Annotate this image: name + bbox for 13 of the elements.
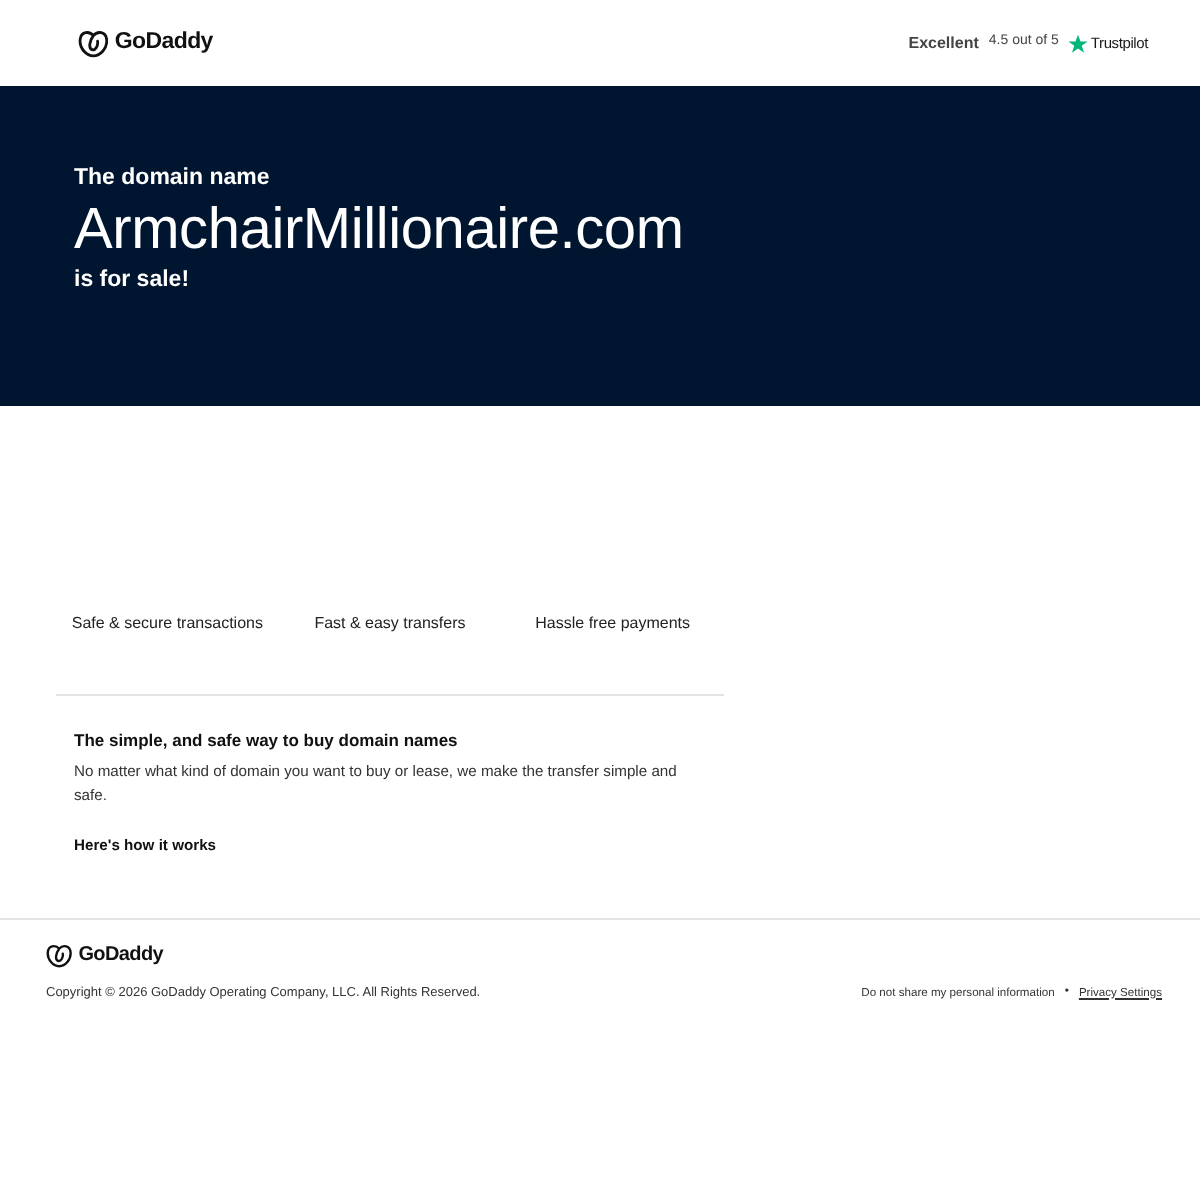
feature-text: Fast & easy transfers [314, 612, 466, 636]
logo-icon [78, 29, 109, 57]
logo-wordmark[interactable]: GoDaddy [78, 940, 164, 970]
logo-wordmark[interactable]: GoDaddy [114, 25, 213, 61]
star-icon [1068, 33, 1089, 53]
feature-text: Hassle free payments [535, 612, 691, 636]
info-heading: The simple, and safe way to buy domain names [74, 728, 458, 752]
domain-name: ArmchairMillionaire.com [74, 196, 684, 264]
hero-tagline: is for sale! [74, 266, 190, 296]
logo-icon [46, 943, 73, 967]
hero-intro: The domain name [74, 164, 270, 194]
rating-label: Excellent [908, 31, 979, 55]
feature-text: Safe & secure transactions [71, 612, 263, 636]
